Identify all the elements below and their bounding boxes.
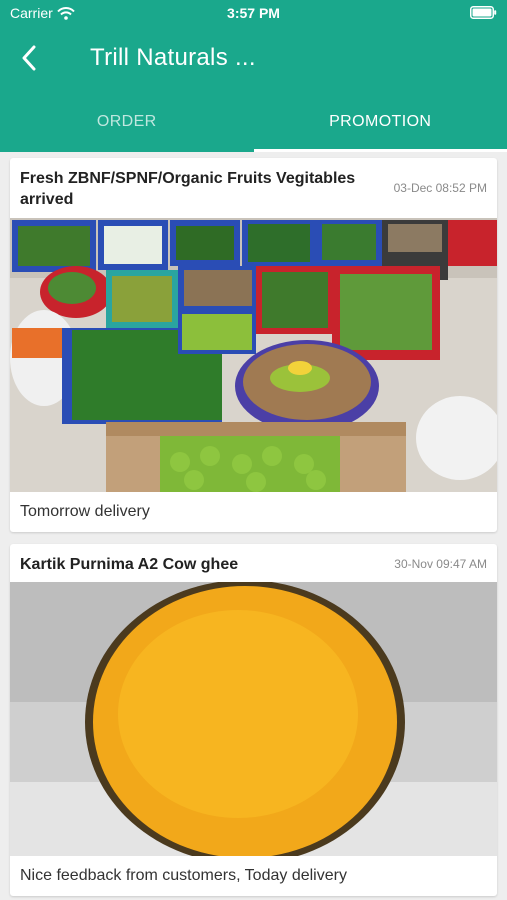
post-caption: Tomorrow delivery xyxy=(20,503,150,520)
tab-bar: ORDER PROMOTION xyxy=(0,92,507,152)
post-date: 03-Dec 08:52 PM xyxy=(393,181,487,195)
app-header: Carrier 3:57 PM Trill Naturals ... ORDER… xyxy=(0,0,507,152)
tab-promotion-label: PROMOTION xyxy=(329,113,432,130)
status-bar: Carrier 3:57 PM xyxy=(0,0,507,28)
vegetables-photo xyxy=(10,218,497,492)
tab-promotion[interactable]: PROMOTION xyxy=(254,92,507,152)
card-header: Fresh ZBNF/SPNF/Organic Fruits Vegitable… xyxy=(10,158,497,218)
promotion-card[interactable]: Kartik Purnima A2 Cow ghee 30-Nov 09:47 … xyxy=(10,544,497,896)
back-button[interactable] xyxy=(14,40,44,76)
active-tab-indicator xyxy=(254,149,507,152)
promotion-card[interactable]: Fresh ZBNF/SPNF/Organic Fruits Vegitable… xyxy=(10,158,497,532)
post-caption: Nice feedback from customers, Today deli… xyxy=(20,867,347,884)
post-title: Fresh ZBNF/SPNF/Organic Fruits Vegitable… xyxy=(20,170,356,208)
status-time: 3:57 PM xyxy=(227,5,280,21)
post-title: Kartik Purnima A2 Cow ghee xyxy=(20,556,239,573)
battery-icon xyxy=(470,6,497,22)
navigation-bar: Trill Naturals ... xyxy=(0,28,507,92)
card-header: Kartik Purnima A2 Cow ghee 30-Nov 09:47 … xyxy=(10,544,497,582)
chevron-left-icon xyxy=(22,45,36,71)
post-date: 30-Nov 09:47 AM xyxy=(394,557,487,571)
page-title: Trill Naturals ... xyxy=(90,44,256,71)
tab-order[interactable]: ORDER xyxy=(0,92,254,152)
ghee-photo xyxy=(10,582,497,856)
tab-order-label: ORDER xyxy=(96,113,157,130)
